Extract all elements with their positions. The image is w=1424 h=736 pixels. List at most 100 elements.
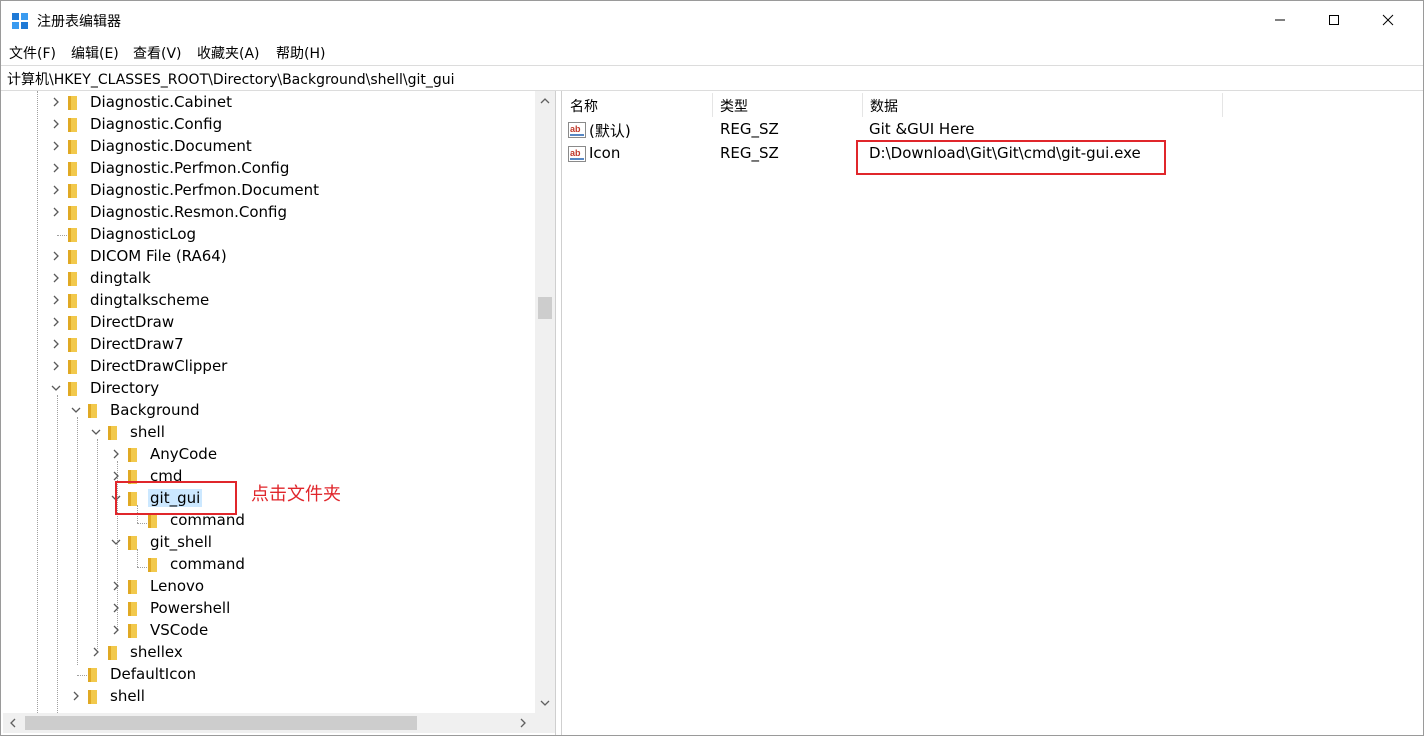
tree-item[interactable]: DefaultIcon [71,664,371,686]
chevron-down-icon[interactable] [91,427,101,437]
chevron-right-icon[interactable] [91,647,101,657]
tree-item[interactable]: Diagnostic.Perfmon.Document [51,180,351,202]
tree-item-label: Diagnostic.Perfmon.Document [90,181,319,199]
tree-item[interactable]: Powershell [111,598,411,620]
menu-bar: 文件(F) 编辑(E) 查看(V) 收藏夹(A) 帮助(H) [1,41,1423,63]
tree-item-label: dingtalkscheme [90,291,210,309]
chevron-right-icon[interactable] [51,141,61,151]
chevron-right-icon[interactable] [51,339,61,349]
chevron-right-icon[interactable] [111,471,121,481]
value-type: REG_SZ [720,144,779,162]
folder-icon [128,536,137,550]
chevron-right-icon[interactable] [51,119,61,129]
folder-icon [88,668,97,682]
scroll-down-button[interactable] [535,693,555,713]
folder-icon [68,272,77,286]
tree-item[interactable]: AnyCode [111,444,411,466]
tree-item[interactable]: Diagnostic.Resmon.Config [51,202,351,224]
column-header-type[interactable]: 类型 [712,93,863,117]
tree-item[interactable]: shellex [91,642,391,664]
tree-item[interactable]: DirectDraw [51,312,351,334]
tree-item-label: Diagnostic.Cabinet [90,93,232,111]
tree-horizontal-scrollbar[interactable] [3,713,535,733]
folder-icon [128,602,137,616]
menu-edit[interactable]: 编辑(E) [71,43,119,63]
minimize-button[interactable] [1253,1,1307,39]
scroll-right-button[interactable] [513,713,533,733]
svg-text:ab: ab [570,124,581,134]
tree-item-label: DICOM File (RA64) [90,247,227,265]
window-title: 注册表编辑器 [37,14,121,30]
column-header-data[interactable]: 数据 [862,93,1223,117]
tree-item[interactable]: Directory [51,378,351,400]
tree-item-label: DirectDrawClipper [90,357,228,375]
tree-item-label: DefaultIcon [110,665,197,683]
chevron-right-icon[interactable] [51,317,61,327]
chevron-down-icon [540,700,550,706]
tree-item[interactable]: Diagnostic.Cabinet [51,92,351,114]
chevron-right-icon[interactable] [111,603,121,613]
values-list-pane[interactable]: 名称 类型 数据 ab (默认) REG_SZ Git &GUI Here ab… [561,91,1424,735]
chevron-right-icon[interactable] [111,625,121,635]
value-row-default[interactable]: ab (默认) REG_SZ Git &GUI Here [562,118,1422,142]
menu-help[interactable]: 帮助(H) [276,43,325,63]
chevron-right-icon[interactable] [111,581,121,591]
chevron-down-icon[interactable] [71,405,81,415]
folder-icon [88,690,97,704]
chevron-down-icon[interactable] [111,537,121,547]
chevron-right-icon[interactable] [51,361,61,371]
horizontal-scroll-thumb[interactable] [25,716,417,730]
column-header-name[interactable]: 名称 [562,93,713,117]
tree-item[interactable]: DirectDrawClipper [51,356,351,378]
folder-icon [108,426,117,440]
tree-item[interactable]: Background [71,400,371,422]
menu-file[interactable]: 文件(F) [9,43,56,63]
minimize-icon [1275,19,1285,21]
tree-item-label: Powershell [150,599,231,617]
scroll-left-button[interactable] [3,713,23,733]
tree-item[interactable]: DICOM File (RA64) [51,246,351,268]
chevron-right-icon[interactable] [51,163,61,173]
scroll-up-button[interactable] [535,91,555,111]
address-path[interactable]: 计算机\HKEY_CLASSES_ROOT\Directory\Backgrou… [7,69,455,89]
tree-item-label: shellex [130,643,183,661]
menu-view[interactable]: 查看(V) [133,43,182,63]
tree-item[interactable]: Diagnostic.Perfmon.Config [51,158,351,180]
tree-item[interactable]: Lenovo [111,576,411,598]
tree-item-label: command [170,555,245,573]
tree-item[interactable]: shell [91,422,391,444]
tree-item-label: DirectDraw [90,313,175,331]
chevron-right-icon[interactable] [51,97,61,107]
chevron-right-icon[interactable] [111,449,121,459]
chevron-right-icon[interactable] [51,273,61,283]
registry-editor-app-icon [12,13,28,29]
chevron-right-icon[interactable] [71,691,81,701]
vertical-scroll-thumb[interactable] [538,297,552,319]
chevron-right-icon[interactable] [51,207,61,217]
tree-item-label: DirectDraw7 [90,335,184,353]
title-bar[interactable]: 注册表编辑器 [1,1,1423,39]
chevron-down-icon[interactable] [51,383,61,393]
tree-item[interactable]: shell [71,686,371,708]
tree-vertical-scrollbar[interactable] [535,91,555,713]
tree-item[interactable]: Diagnostic.Document [51,136,351,158]
menu-favorites[interactable]: 收藏夹(A) [197,43,260,63]
chevron-right-icon[interactable] [51,295,61,305]
maximize-button[interactable] [1307,1,1361,39]
tree-item[interactable]: VSCode [111,620,411,642]
tree-item[interactable]: Diagnostic.Config [51,114,351,136]
tree-item[interactable]: DirectDraw7 [51,334,351,356]
tree-connector [37,91,38,713]
chevron-right-icon[interactable] [51,185,61,195]
folder-icon [128,624,137,638]
tree-item[interactable]: DiagnosticLog [51,224,351,246]
tree-item[interactable]: command [131,554,431,576]
chevron-right-icon[interactable] [51,251,61,261]
address-bar[interactable]: 计算机\HKEY_CLASSES_ROOT\Directory\Backgrou… [1,65,1423,91]
tree-item[interactable]: dingtalkscheme [51,290,351,312]
tree-item[interactable]: git_shell [111,532,411,554]
close-button[interactable] [1361,1,1415,39]
tree-item[interactable]: dingtalk [51,268,351,290]
key-tree-pane[interactable]: Diagnostic.Cabinet Diagnostic.Config Diagn… [3,91,556,735]
folder-icon [88,404,97,418]
